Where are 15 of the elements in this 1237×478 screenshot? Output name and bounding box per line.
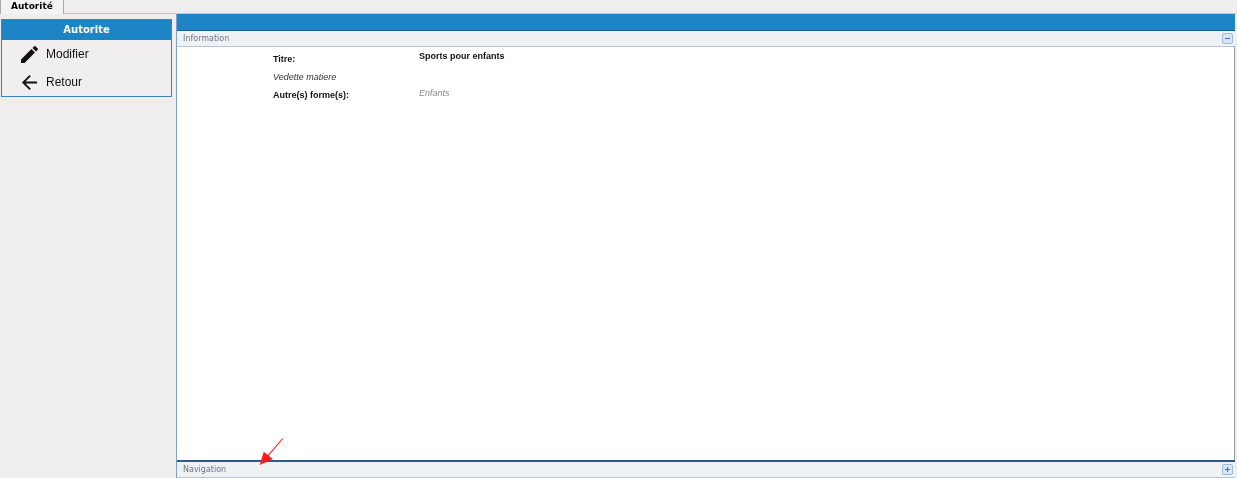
field-value: Sports pour enfants (419, 51, 505, 61)
collapse-button[interactable] (1222, 33, 1233, 44)
menu-item[interactable]: Modifier (46, 47, 89, 61)
panel-title: Autorite (2, 20, 171, 40)
field-value: Enfants (419, 88, 450, 98)
expand-button[interactable] (1222, 464, 1233, 475)
field-label: Titre: (273, 54, 297, 64)
pencil-icon (21, 45, 38, 63)
back-arrow-icon (21, 73, 38, 91)
section-title: Navigation (183, 465, 227, 474)
tab[interactable]: Autorité (0, 0, 64, 14)
field-label: Autre(s) forme(s): (273, 90, 350, 100)
menu-item[interactable]: Retour (46, 75, 83, 89)
subheading: Vedette matiere (273, 72, 338, 82)
section-title: Information (183, 34, 230, 43)
